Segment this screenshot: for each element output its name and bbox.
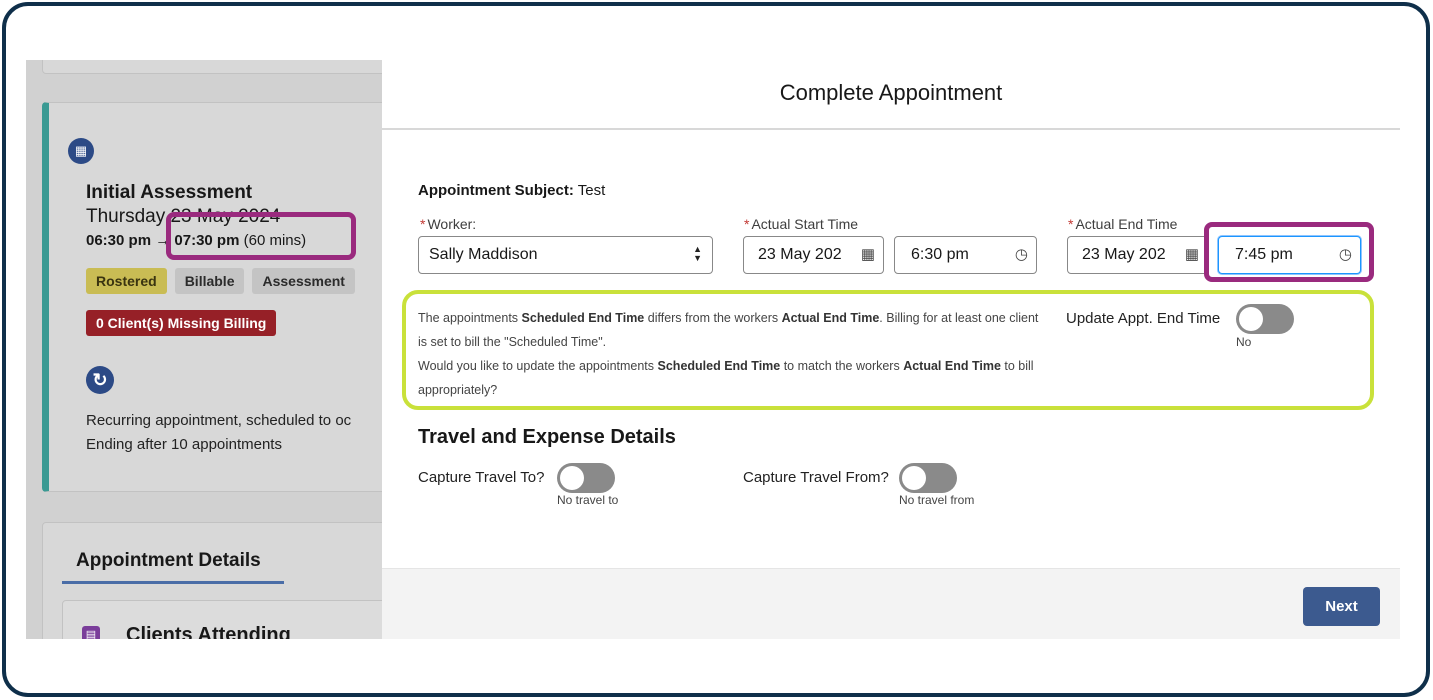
- worker-label: * Worker:: [420, 216, 477, 232]
- event-time: 06:30 pm → 07:30 pm (60 mins): [86, 232, 306, 249]
- clients-attending-title: Clients Attending: [126, 624, 291, 639]
- travel-to-label: Capture Travel To?: [418, 469, 545, 486]
- end-date-input[interactable]: 23 May 202 ▦: [1067, 236, 1208, 274]
- appointment-subject: Appointment Subject: Test: [418, 182, 605, 199]
- start-date-input[interactable]: 23 May 202 ▦: [743, 236, 884, 274]
- recurring-text: Recurring appointment, scheduled to oc: [86, 412, 352, 429]
- start-time-input[interactable]: 6:30 pm ◷: [894, 236, 1037, 274]
- time-end: 07:30 pm: [174, 232, 240, 249]
- update-end-time-toggle[interactable]: [1236, 304, 1294, 334]
- billable-badge: Billable: [174, 268, 245, 294]
- end-date-value: 23 May 202: [1082, 246, 1166, 263]
- calendar-icon: ▦: [68, 138, 94, 164]
- next-button[interactable]: Next: [1303, 587, 1380, 626]
- assessment-badge: Assessment: [252, 268, 355, 294]
- complete-appointment-modal: Complete Appointment Appointment Subject…: [382, 60, 1400, 639]
- event-title: Initial Assessment: [86, 182, 253, 203]
- screenshot-frame: ▦ Initial Assessment Thursday 23 May 202…: [2, 2, 1430, 697]
- calendar-icon[interactable]: ▦: [1185, 237, 1199, 273]
- start-time-label: * Actual Start Time: [744, 216, 859, 232]
- travel-from-label: Capture Travel From?: [743, 469, 889, 486]
- travel-to-state: No travel to: [557, 493, 619, 507]
- select-arrows-icon: ▲ ▼: [693, 244, 702, 263]
- contact-icon: ▤: [82, 626, 100, 639]
- active-tab-indicator: [62, 581, 284, 584]
- travel-from-toggle[interactable]: [899, 463, 957, 493]
- clock-icon[interactable]: ◷: [1339, 237, 1352, 273]
- clock-icon[interactable]: ◷: [1015, 237, 1028, 273]
- start-date-value: 23 May 202: [758, 246, 842, 263]
- travel-from-state: No travel from: [899, 493, 975, 507]
- travel-to-toggle[interactable]: [557, 463, 615, 493]
- travel-section-title: Travel and Expense Details: [418, 426, 676, 448]
- recurring-end-text: Ending after 10 appointments: [86, 436, 282, 453]
- start-time-value: 6:30 pm: [911, 246, 969, 263]
- subject-label: Appointment Subject:: [418, 182, 574, 199]
- arrow-icon: →: [155, 232, 171, 249]
- modal-title: Complete Appointment: [779, 80, 1003, 105]
- missing-billing-badge: 0 Client(s) Missing Billing: [86, 310, 277, 336]
- appointment-summary-card: [42, 102, 382, 492]
- worker-value: Sally Maddison: [429, 246, 538, 263]
- calendar-icon[interactable]: ▦: [861, 237, 875, 273]
- event-date: Thursday 23 May 2024: [86, 206, 281, 227]
- worker-select[interactable]: Sally Maddison ▲ ▼: [418, 236, 713, 274]
- badge-row: Rostered Billable Assessment: [86, 268, 355, 294]
- tab-appointment-details[interactable]: Appointment Details: [76, 550, 261, 572]
- time-start: 06:30 pm: [86, 232, 152, 249]
- end-time-value: 7:45 pm: [1235, 246, 1293, 263]
- end-time-warning: The appointments Scheduled End Time diff…: [418, 311, 1039, 397]
- background-page: ▦ Initial Assessment Thursday 23 May 202…: [26, 60, 382, 639]
- recurring-icon: ↻: [86, 366, 114, 394]
- update-end-time-label: Update Appt. End Time: [1066, 310, 1221, 327]
- subject-value: Test: [577, 182, 606, 199]
- end-time-input[interactable]: 7:45 pm ◷: [1218, 236, 1361, 274]
- modal-header: Complete Appointment: [382, 60, 1400, 130]
- modal-footer: Next: [382, 568, 1400, 639]
- end-time-label: * Actual End Time: [1068, 216, 1178, 232]
- rostered-badge: Rostered: [86, 268, 167, 294]
- update-end-time-state: No: [1236, 335, 1252, 349]
- duration: (60 mins): [243, 232, 307, 249]
- top-card: [42, 60, 382, 74]
